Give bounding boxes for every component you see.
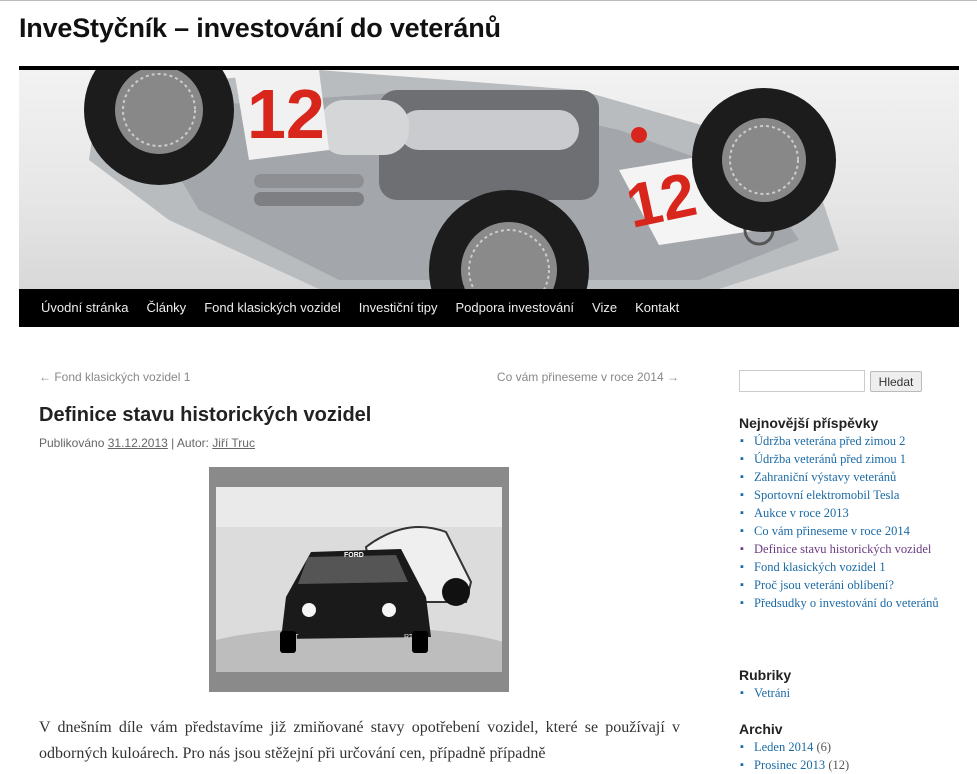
archive-item-label[interactable]: Leden 2014 — [754, 740, 813, 754]
recent-post-item[interactable]: Aukce v roce 2013 — [739, 504, 944, 522]
recent-post-item[interactable]: Proč jsou veteráni oblíbení? — [739, 576, 944, 594]
recent-posts-list: Údržba veterána před zimou 2 Údržba vete… — [739, 432, 944, 612]
recent-post-item[interactable]: Údržba veteránů před zimou 1 — [739, 450, 944, 468]
race-cars-photo: FORD ZT RTL — [216, 487, 502, 672]
racing-car-illustration: 12 12 — [84, 70, 839, 289]
search-input[interactable] — [739, 370, 865, 392]
nav-item-home[interactable]: Úvodní stránka — [32, 289, 137, 327]
archive-item[interactable]: Leden 2014 (6) — [739, 738, 944, 756]
previous-post-link[interactable]: ← Fond klasických vozidel 1 — [39, 370, 190, 384]
archive-item-label[interactable]: Prosinec 2013 — [754, 758, 825, 772]
recent-post-item[interactable]: Fond klasických vozidel 1 — [739, 558, 944, 576]
search-button[interactable]: Hledat — [870, 371, 922, 392]
nav-item-investment-tips[interactable]: Investiční tipy — [350, 289, 447, 327]
header-banner-image: 12 12 — [19, 70, 959, 289]
recent-post-item[interactable]: Údržba veterána před zimou 2 — [739, 432, 944, 450]
categories-title: Rubriky — [739, 667, 792, 683]
post-meta: Publikováno 31.12.2013 | Autor: Jiří Tru… — [39, 436, 255, 450]
recent-post-item[interactable]: Předsudky o investování do veteránů — [739, 594, 944, 612]
post-author-link[interactable]: Jiří Truc — [212, 436, 255, 450]
site-title[interactable]: InveStyčník – investování do veteránů — [19, 13, 501, 44]
nav-item-vision[interactable]: Vize — [583, 289, 626, 327]
categories-list: Vetráni — [739, 684, 944, 702]
main-nav: Úvodní stránka Články Fond klasických vo… — [19, 289, 959, 327]
recent-posts-title: Nejnovější příspěvky — [739, 415, 879, 431]
archive-title: Archiv — [739, 721, 783, 737]
next-post-link[interactable]: Co vám přineseme v roce 2014 → — [497, 370, 679, 384]
meta-published-label: Publikováno — [39, 436, 105, 450]
category-item[interactable]: Vetráni — [739, 684, 944, 702]
archive-item-count: (12) — [828, 758, 850, 772]
post-title[interactable]: Definice stavu historických vozidel — [39, 404, 371, 427]
car-number-right: 12 — [621, 160, 703, 242]
nav-item-contact[interactable]: Kontakt — [626, 289, 688, 327]
recent-post-item-current[interactable]: Definice stavu historických vozidel — [739, 540, 944, 558]
recent-post-item[interactable]: Sportovní elektromobil Tesla — [739, 486, 944, 504]
post-image: FORD ZT RTL — [209, 467, 509, 692]
nav-item-classic-fund[interactable]: Fond klasických vozidel — [195, 289, 350, 327]
car-badge: FORD — [344, 552, 364, 559]
recent-post-item[interactable]: Zahraniční výstavy veteránů — [739, 468, 944, 486]
nav-item-investment-support[interactable]: Podpora investování — [447, 289, 584, 327]
meta-author-label: | Autor: — [171, 436, 209, 450]
car-number-left: 12 — [247, 75, 325, 153]
recent-post-item[interactable]: Co vám přineseme v roce 2014 — [739, 522, 944, 540]
archive-item[interactable]: Prosinec 2013 (12) — [739, 756, 944, 774]
post-date-link[interactable]: 31.12.2013 — [108, 436, 168, 450]
post-body: V dnešním díle vám představíme již zmiňo… — [39, 719, 680, 762]
archive-list: Leden 2014 (6) Prosinec 2013 (12) — [739, 738, 944, 774]
nav-item-articles[interactable]: Články — [137, 289, 195, 327]
archive-item-count: (6) — [816, 740, 832, 754]
